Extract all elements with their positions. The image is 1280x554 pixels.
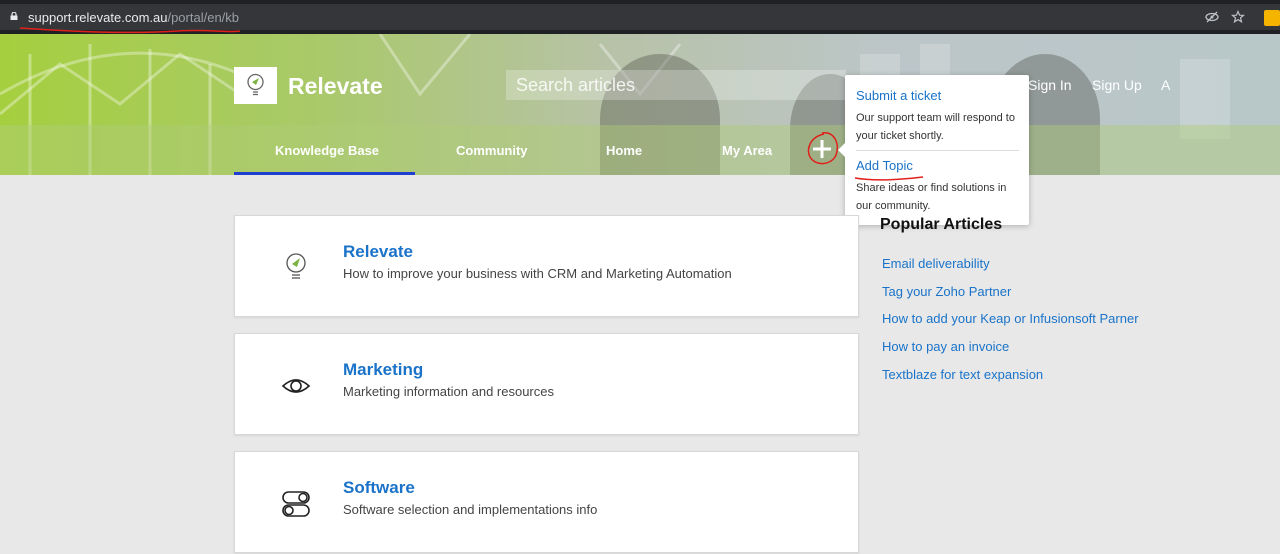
- sign-in-link[interactable]: Sign In: [1028, 77, 1072, 93]
- toggle-icon: [282, 491, 310, 517]
- popular-article-link[interactable]: How to pay an invoice: [882, 339, 1009, 354]
- language-selector[interactable]: A: [1161, 77, 1170, 93]
- category-card-marketing[interactable]: Marketing Marketing information and reso…: [234, 333, 859, 435]
- dropdown-caret: [838, 143, 845, 157]
- url-text[interactable]: support.relevate.com.au/portal/en/kb: [28, 10, 239, 25]
- lock-icon: [10, 12, 18, 20]
- category-title[interactable]: Marketing: [343, 360, 423, 380]
- create-menu-dropdown: Submit a ticket Our support team will re…: [838, 75, 1029, 225]
- category-description: Software selection and implementations i…: [343, 502, 598, 517]
- submit-ticket-link[interactable]: Submit a ticket: [856, 88, 941, 103]
- active-tab-indicator: [234, 172, 415, 175]
- tab-my-area[interactable]: My Area: [722, 143, 772, 158]
- popular-article-link[interactable]: How to add your Keap or Infusionsoft Par…: [882, 311, 1139, 326]
- tab-home[interactable]: Home: [606, 143, 642, 158]
- add-topic-link[interactable]: Add Topic: [856, 158, 913, 173]
- lightbulb-logo-icon: [247, 73, 264, 96]
- category-card-software[interactable]: Software Software selection and implemen…: [234, 451, 859, 553]
- popular-article-link[interactable]: Tag your Zoho Partner: [882, 284, 1011, 299]
- popular-article-link[interactable]: Email deliverability: [882, 256, 990, 271]
- popular-articles-heading: Popular Articles: [880, 216, 1003, 233]
- submit-ticket-description: Our support team will respond to your ti…: [856, 112, 1015, 142]
- star-icon[interactable]: [1231, 10, 1245, 24]
- sign-up-link[interactable]: Sign Up: [1092, 77, 1142, 93]
- url-host: support.relevate.com.au: [28, 10, 168, 25]
- url-path: /portal/en/kb: [167, 10, 240, 25]
- category-card-relevate[interactable]: Relevate How to improve your business wi…: [234, 215, 859, 317]
- category-title[interactable]: Relevate: [343, 242, 413, 262]
- brand-name[interactable]: Relevate: [288, 73, 383, 100]
- annotation-circle: [807, 132, 838, 165]
- eye-icon: [281, 379, 311, 393]
- logo[interactable]: [234, 67, 277, 104]
- browser-toolbar: support.relevate.com.au/portal/en/kb: [0, 0, 1280, 34]
- extension-icon[interactable]: [1264, 10, 1280, 26]
- hero-banner: Relevate Sign In Sign Up A Knowledge Bas…: [0, 34, 1280, 175]
- add-topic-description: Share ideas or find solutions in our com…: [856, 182, 1007, 212]
- category-description: How to improve your business with CRM an…: [343, 266, 732, 281]
- category-description: Marketing information and resources: [343, 384, 554, 399]
- popular-article-link[interactable]: Textblaze for text expansion: [882, 367, 1043, 382]
- tab-community[interactable]: Community: [456, 143, 528, 158]
- search-input[interactable]: [506, 70, 846, 100]
- eye-off-icon[interactable]: [1205, 10, 1219, 24]
- lightbulb-icon: [286, 253, 306, 279]
- dropdown-divider: [856, 150, 1019, 151]
- tab-knowledge-base[interactable]: Knowledge Base: [275, 143, 379, 158]
- category-title[interactable]: Software: [343, 478, 415, 498]
